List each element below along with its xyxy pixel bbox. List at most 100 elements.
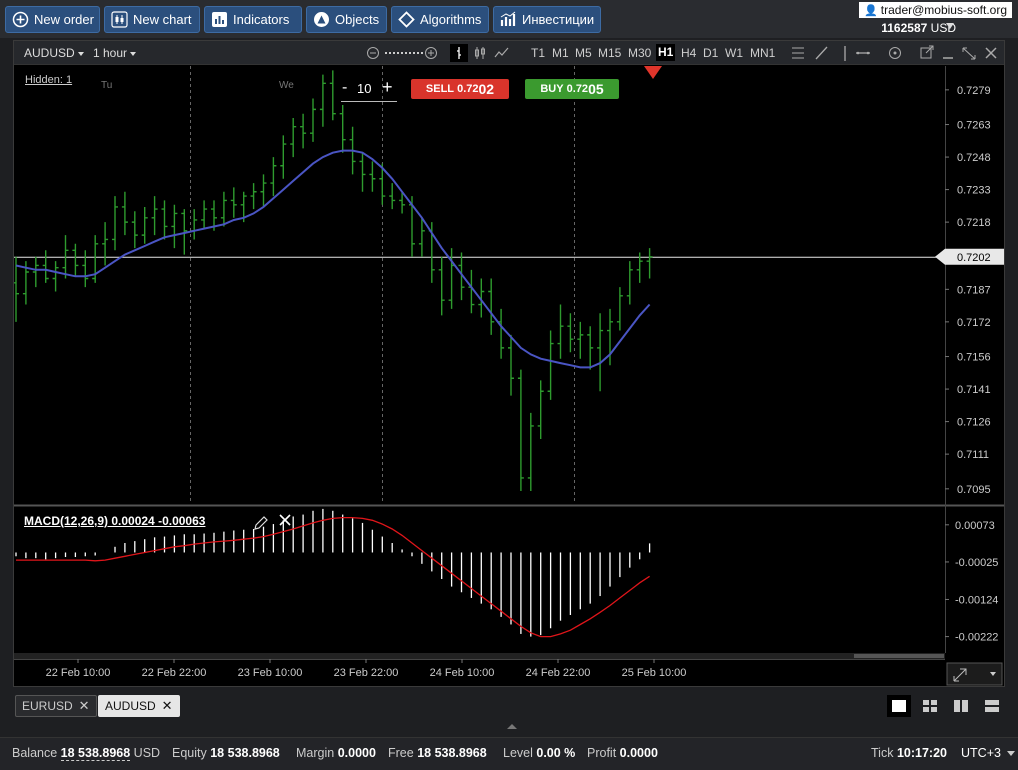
account-selector[interactable]: 1162587 USD xyxy=(881,21,956,35)
lot-size-value[interactable]: 10 xyxy=(357,81,371,96)
layout-single-icon[interactable] xyxy=(887,695,911,717)
free-value: 18 538.8968 xyxy=(417,746,487,760)
diamond-icon xyxy=(398,11,415,28)
margin-value: 0.0000 xyxy=(337,746,376,760)
timezone-selector[interactable]: UTC+3 xyxy=(961,746,1016,760)
sell-price-big: 02 xyxy=(478,81,495,97)
main-toolbar: New order New chart Indicators Objects A… xyxy=(0,0,1018,38)
time-tick-label: 23 Feb 22:00 xyxy=(334,667,399,679)
macd-tick-label: -0.00025 xyxy=(955,557,998,569)
main-pane-bg xyxy=(14,66,945,504)
macd-tick-label: -0.00124 xyxy=(955,594,998,606)
profit-label: Profit xyxy=(587,746,617,760)
plus-circle-icon xyxy=(12,11,29,28)
balance-item: Balance 18 538.8968 USD xyxy=(12,746,160,761)
new-order-button[interactable]: New order xyxy=(5,6,100,33)
algorithms-label: Algorithms xyxy=(420,12,482,27)
chart-window: AUDUSD 1 hour T1 M1 M5 M15 M30 H1 H4 D1 … xyxy=(13,40,1005,687)
tab-label: EURUSD xyxy=(22,699,73,713)
tick-label: Tick xyxy=(871,746,894,760)
profit-item: Profit 0.0000 xyxy=(587,746,658,760)
new-chart-button[interactable]: New chart xyxy=(104,6,200,33)
price-tick-label: 0.7141 xyxy=(957,384,991,396)
edit-indicator-icon[interactable] xyxy=(254,516,268,530)
price-tick-label: 0.7095 xyxy=(957,484,991,496)
horizontal-scrollbar-thumb[interactable] xyxy=(854,654,944,658)
price-tick-label: 0.7218 xyxy=(957,217,991,229)
macd-indicator-label[interactable]: MACD(12,26,9) 0.00024 -0.00063 xyxy=(24,514,205,528)
time-tick-label: 24 Feb 22:00 xyxy=(526,667,591,679)
chevron-down-icon xyxy=(1007,751,1016,757)
level-item: Level 0.00 % xyxy=(503,746,575,760)
investments-icon xyxy=(500,11,517,28)
objects-label: Objects xyxy=(335,12,380,27)
price-tick-label: 0.7263 xyxy=(957,120,991,132)
new-order-label: New order xyxy=(34,12,94,27)
collapse-panel-icon[interactable] xyxy=(507,724,517,729)
sell-label: SELL xyxy=(425,83,455,95)
account-id: 1162587 xyxy=(881,21,928,35)
margin-label: Margin xyxy=(296,746,335,760)
tab-audusd[interactable]: AUDUSD ✕ xyxy=(98,695,180,717)
buy-label: BUY xyxy=(540,83,564,95)
price-tick-label: 0.7279 xyxy=(957,85,991,97)
day-label-tu: Tu xyxy=(101,80,113,91)
hidden-objects-label[interactable]: Hidden: 1 xyxy=(25,74,72,86)
macd-tick-label: -0.00222 xyxy=(955,632,998,644)
close-tab-icon[interactable]: ✕ xyxy=(162,698,173,714)
current-price-label: 0.7202 xyxy=(957,252,991,264)
time-tick-label: 22 Feb 22:00 xyxy=(142,667,207,679)
buy-button[interactable]: BUY 0.72 05 xyxy=(525,79,619,99)
balance-value[interactable]: 18 538.8968 xyxy=(60,746,131,761)
algorithms-button[interactable]: Algorithms xyxy=(391,6,489,33)
indicators-button[interactable]: Indicators xyxy=(204,6,302,33)
layout-grid-icon[interactable] xyxy=(918,695,942,717)
price-tick-label: 0.7156 xyxy=(957,352,991,364)
equity-value: 18 538.8968 xyxy=(210,746,280,760)
day-label-we: We xyxy=(279,80,294,91)
close-tab-icon[interactable]: ✕ xyxy=(79,698,90,714)
investments-button[interactable]: Инвестиции xyxy=(493,6,601,33)
indicators-label: Indicators xyxy=(233,12,290,27)
price-tick-label: 0.7248 xyxy=(957,152,991,164)
tab-eurusd[interactable]: EURUSD ✕ xyxy=(15,695,97,717)
time-tick-label: 25 Feb 10:00 xyxy=(622,667,687,679)
timezone-label: UTC+3 xyxy=(961,746,1001,760)
objects-button[interactable]: Objects xyxy=(306,6,387,33)
user-email-badge[interactable]: 👤 trader@mobius-soft.org xyxy=(859,2,1012,18)
layout-horizontal-icon[interactable] xyxy=(980,695,1004,717)
account-status-bar: Balance 18 538.8968 USD Equity 18 538.89… xyxy=(0,737,1018,770)
buy-price-big: 05 xyxy=(588,81,604,97)
free-margin-item: Free 18 538.8968 xyxy=(388,746,487,760)
time-tick-label: 24 Feb 10:00 xyxy=(430,667,495,679)
price-tick-label: 0.7172 xyxy=(957,317,991,329)
level-label: Level xyxy=(503,746,533,760)
chevron-down-icon[interactable] xyxy=(946,23,954,29)
equity-label: Equity xyxy=(172,746,207,760)
margin-item: Margin 0.0000 xyxy=(296,746,376,760)
symbol-tabs-bar: EURUSD ✕ AUDUSD ✕ xyxy=(0,690,1018,722)
macd-tick-label: 0.00073 xyxy=(955,520,995,532)
price-tick-label: 0.7187 xyxy=(957,284,991,296)
lot-decrease-button[interactable]: - xyxy=(342,79,347,97)
sell-button[interactable]: SELL 0.72 02 xyxy=(411,79,509,99)
layout-vertical-icon[interactable] xyxy=(949,695,973,717)
remove-indicator-icon[interactable] xyxy=(279,514,291,526)
balance-label: Balance xyxy=(12,746,58,760)
sell-price-small: 0.72 xyxy=(457,83,479,95)
profit-value: 0.0000 xyxy=(619,746,658,760)
price-tick-label: 0.7126 xyxy=(957,417,991,429)
chart-canvas[interactable]: 0.7279 0.7263 0.7248 0.7233 0.7218 0.7187 0.71… xyxy=(14,41,1004,686)
horizontal-scrollbar-track xyxy=(14,653,945,659)
lot-increase-button[interactable]: + xyxy=(382,77,393,98)
shapes-icon xyxy=(313,11,330,28)
lot-underline xyxy=(341,101,397,102)
time-tick-label: 22 Feb 10:00 xyxy=(46,667,111,679)
investments-label: Инвестиции xyxy=(522,12,595,27)
user-email: trader@mobius-soft.org xyxy=(880,3,1007,17)
level-value: 0.00 % xyxy=(536,746,576,760)
candles-icon xyxy=(111,11,128,28)
user-icon: 👤 xyxy=(864,4,878,17)
equity-item: Equity 18 538.8968 xyxy=(172,746,280,760)
tick-time-item: Tick 10:17:20 xyxy=(871,746,947,760)
